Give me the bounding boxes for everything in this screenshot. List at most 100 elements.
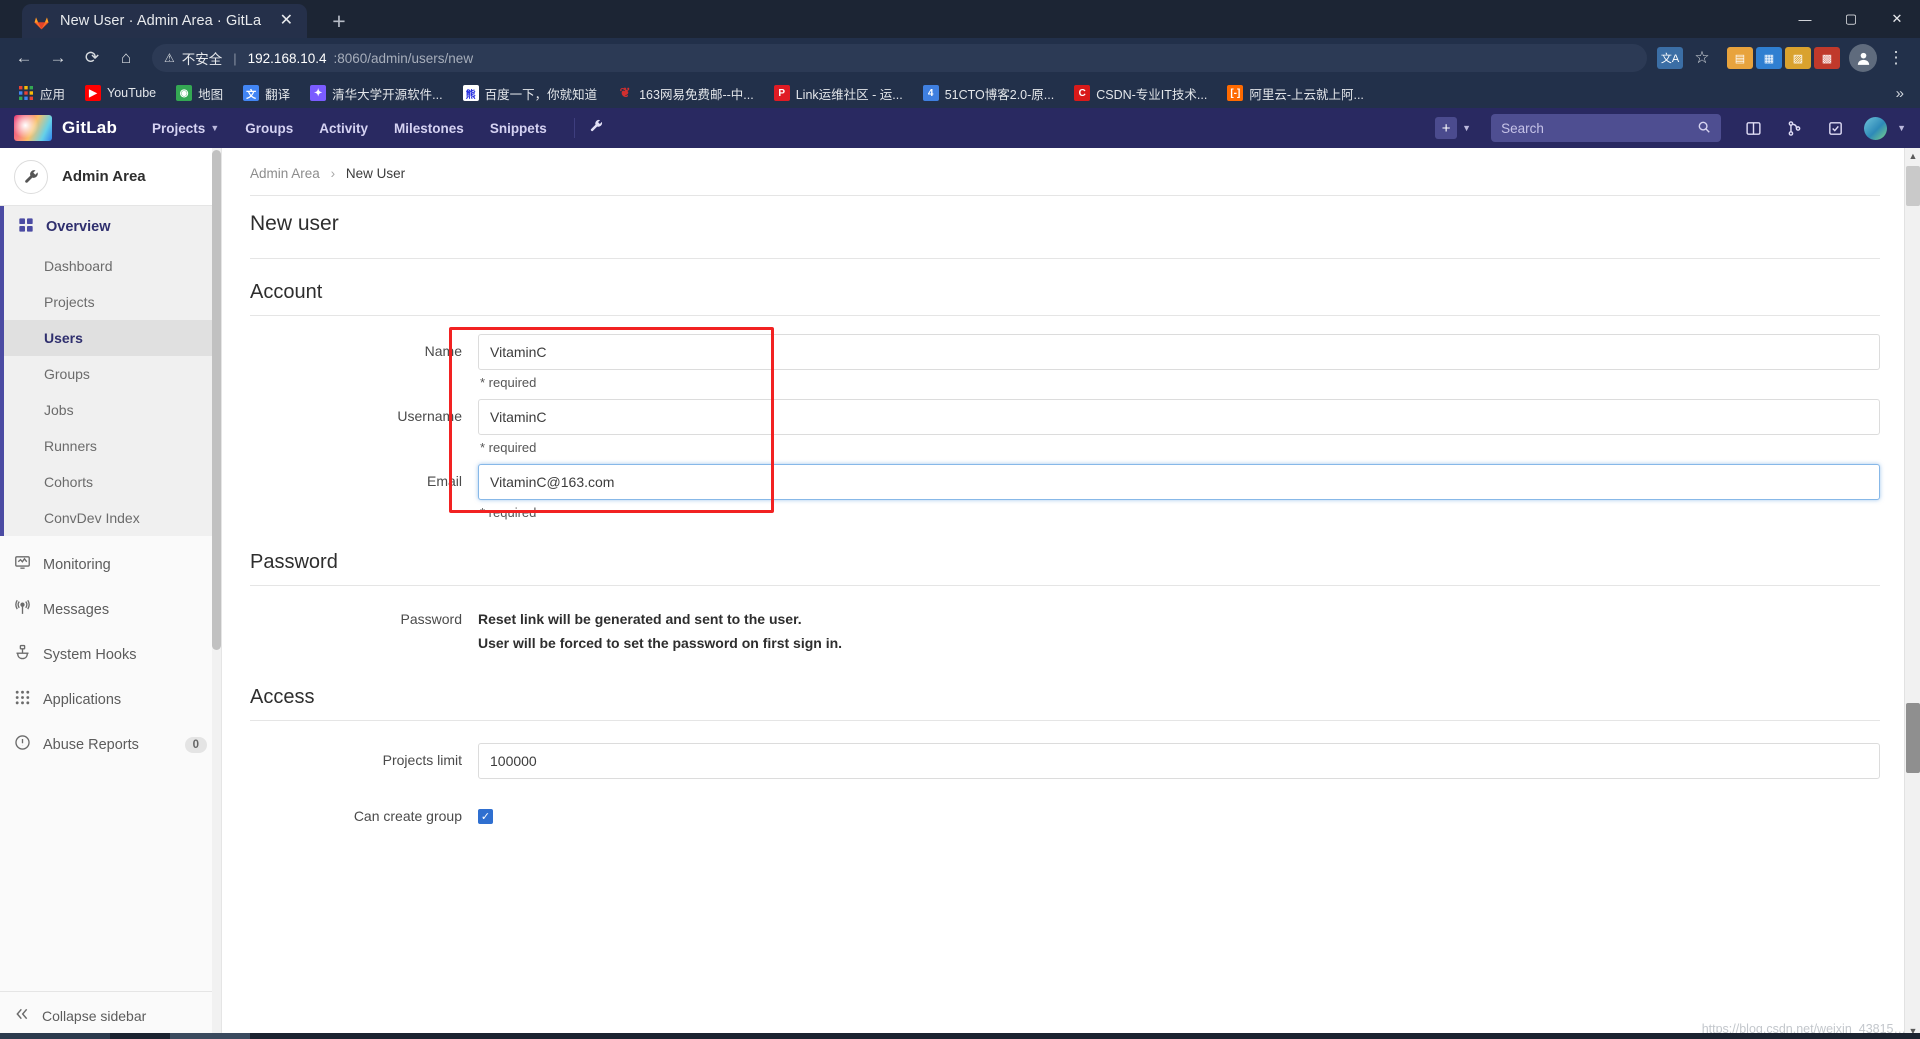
bookmark-aliyun[interactable]: [-] 阿里云-上云就上阿... xyxy=(1219,81,1372,106)
extension-icon-2[interactable]: ▦ xyxy=(1756,47,1782,69)
window-controls: — ▢ ✕ xyxy=(1782,0,1920,38)
email-input[interactable] xyxy=(478,464,1880,500)
chrome-menu-icon[interactable]: ⋮ xyxy=(1880,42,1912,74)
sidebar-item-label: Applications xyxy=(43,691,122,708)
bookmark-163mail[interactable]: ❦ 163网易免费邮--中... xyxy=(609,81,762,106)
close-tab-icon[interactable]: ✕ xyxy=(276,11,297,31)
sidebar-scrollbar[interactable] xyxy=(212,148,221,1039)
youtube-icon: ▶ xyxy=(85,85,102,101)
bookmark-baidu[interactable]: 熊 百度一下，你就知道 xyxy=(455,81,606,106)
close-window-button[interactable]: ✕ xyxy=(1874,0,1920,38)
bookmark-csdn[interactable]: C CSDN-专业IT技术... xyxy=(1066,81,1215,106)
status-badge: 0 xyxy=(184,736,207,753)
user-avatar[interactable] xyxy=(1864,116,1888,140)
sidebar-overview-section: Overview Dashboard Projects Users Groups… xyxy=(0,206,221,536)
breadcrumb-root[interactable]: Admin Area xyxy=(250,166,320,181)
sidebar-item-abuse-reports[interactable]: Abuse Reports 0 xyxy=(0,722,221,767)
gitlab-fox-icon xyxy=(32,12,51,31)
nav-activity[interactable]: Activity xyxy=(306,111,381,146)
page-scrollbar-thumb-top[interactable] xyxy=(1906,166,1920,206)
extension-icon-4[interactable]: ▩ xyxy=(1814,47,1840,69)
profile-avatar-button[interactable] xyxy=(1849,44,1877,72)
label-can-create-group: Can create group xyxy=(353,808,462,825)
page-scrollbar-thumb[interactable] xyxy=(1906,703,1920,773)
double-chevron-left-icon xyxy=(14,1006,30,1025)
bookmark-label: 清华大学开源软件... xyxy=(332,87,443,102)
bookmarks-overflow-icon[interactable]: » xyxy=(1890,85,1910,102)
sidebar-item-jobs[interactable]: Jobs xyxy=(4,392,221,428)
sidebar-item-monitoring[interactable]: Monitoring xyxy=(0,542,221,587)
name-input[interactable] xyxy=(478,334,1880,370)
sidebar-scrollbar-thumb[interactable] xyxy=(212,150,221,650)
sidebar-item-dashboard[interactable]: Dashboard xyxy=(4,248,221,284)
sidebar-item-messages[interactable]: Messages xyxy=(0,587,221,632)
extension-icon-3[interactable]: ▨ xyxy=(1785,47,1811,69)
bookmark-label: 163网易免费邮--中... xyxy=(639,87,754,102)
bookmark-apps[interactable]: 应用 xyxy=(10,81,73,106)
form-row-name: Name * required xyxy=(250,334,1880,399)
minimize-button[interactable]: — xyxy=(1782,0,1828,38)
address-bar[interactable]: ⚠ 不安全 | 192.168.10.4:8060/admin/users/ne… xyxy=(152,44,1647,72)
sidebar-item-runners[interactable]: Runners xyxy=(4,428,221,464)
nav-projects[interactable]: Projects ▼ xyxy=(139,111,232,146)
sidebar-item-cohorts[interactable]: Cohorts xyxy=(4,464,221,500)
bookmark-translate[interactable]: 文 翻译 xyxy=(235,81,298,106)
bookmark-label: 地图 xyxy=(198,87,224,102)
projects-limit-input[interactable] xyxy=(478,743,1880,780)
sidebar-header[interactable]: Admin Area xyxy=(0,148,221,206)
password-note-line-2: User will be forced to set the password … xyxy=(478,634,843,651)
wrench-icon xyxy=(14,159,48,194)
extension-icon-1[interactable]: ▤ xyxy=(1727,47,1753,69)
collapse-sidebar-button[interactable]: Collapse sidebar xyxy=(0,991,221,1039)
sidebar-item-projects[interactable]: Projects xyxy=(4,284,221,320)
page-scrollbar[interactable]: ▲ ▼ xyxy=(1904,148,1920,1039)
chevron-down-icon: ▼ xyxy=(210,123,220,133)
sidebar-item-overview[interactable]: Overview xyxy=(4,206,221,248)
sidebar-item-convdev-index[interactable]: ConvDev Index xyxy=(4,500,221,536)
new-tab-button[interactable]: + xyxy=(325,8,353,35)
chevron-down-icon[interactable]: ▼ xyxy=(1897,123,1906,133)
sidebar-item-applications[interactable]: Applications xyxy=(0,677,221,722)
merge-requests-icon[interactable] xyxy=(1776,120,1813,137)
bookmark-label: 百度一下，你就知道 xyxy=(484,87,598,102)
nav-groups[interactable]: Groups xyxy=(232,111,306,146)
bookmark-youtube[interactable]: ▶ YouTube xyxy=(77,82,164,104)
bookmark-label: Link运维社区 - 运... xyxy=(795,87,903,102)
gitlab-main-nav: Projects ▼ Groups Activity Milestones Sn… xyxy=(139,111,560,146)
translate-extension-icon[interactable]: 文A xyxy=(1657,47,1683,69)
sidebar-item-groups[interactable]: Groups xyxy=(4,356,221,392)
todos-icon[interactable] xyxy=(1817,120,1854,137)
sidebar-item-label: Messages xyxy=(43,601,110,618)
gitlab-logo-link[interactable]: GitLab xyxy=(14,115,117,141)
new-dropdown-button[interactable]: + ▼ xyxy=(1429,117,1477,139)
admin-wrench-icon[interactable] xyxy=(573,118,618,138)
label-password: Password xyxy=(400,611,462,627)
maximize-button[interactable]: ▢ xyxy=(1828,0,1874,38)
sidebar-item-system-hooks[interactable]: System Hooks xyxy=(0,632,221,677)
gitlab-application: GitLab Projects ▼ Groups Activity Milest… xyxy=(0,108,1920,1039)
username-input[interactable] xyxy=(478,399,1880,435)
main-content: Admin Area › New User New user Account N… xyxy=(222,148,1920,1039)
bookmark-link-community[interactable]: P Link运维社区 - 运... xyxy=(766,81,911,106)
reload-icon[interactable]: ⟳ xyxy=(76,42,108,74)
bookmark-star-icon[interactable]: ☆ xyxy=(1686,42,1718,74)
global-search[interactable] xyxy=(1491,114,1722,142)
can-create-group-checkbox[interactable]: ✓ xyxy=(478,809,493,825)
scroll-up-arrow[interactable]: ▲ xyxy=(1905,148,1920,164)
nav-snippets[interactable]: Snippets xyxy=(477,111,560,146)
bookmark-51cto[interactable]: 4 51CTO博客2.0-原... xyxy=(915,81,1063,106)
sidebar-item-users[interactable]: Users xyxy=(4,320,221,356)
nav-milestones[interactable]: Milestones xyxy=(381,111,477,146)
csdn-icon: C xyxy=(1074,85,1091,101)
home-icon[interactable]: ⌂ xyxy=(110,42,142,74)
back-icon[interactable]: ← xyxy=(8,42,40,74)
bookmark-label: 阿里云-上云就上阿... xyxy=(1249,87,1364,102)
aliyun-icon: [-] xyxy=(1227,85,1244,101)
bookmark-maps[interactable]: ◉ 地图 xyxy=(168,81,231,106)
search-input[interactable] xyxy=(1501,120,1712,136)
bookmark-tsinghua[interactable]: ✦ 清华大学开源软件... xyxy=(302,81,450,106)
forward-icon[interactable]: → xyxy=(42,42,74,74)
browser-tab[interactable]: New User · Admin Area · GitLa ✕ xyxy=(22,4,307,38)
issues-icon[interactable] xyxy=(1735,120,1772,137)
url-host: 192.168.10.4 xyxy=(247,50,327,66)
